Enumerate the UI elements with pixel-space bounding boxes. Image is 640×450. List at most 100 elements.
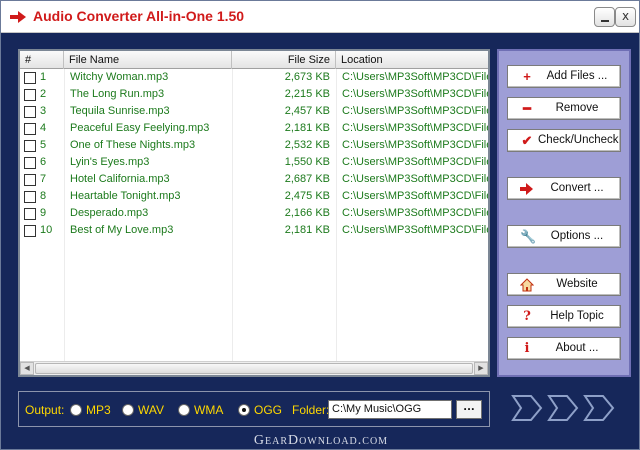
row-file-name: Hotel California.mp3	[70, 173, 170, 185]
row-file-size: 2,687 KB	[284, 173, 330, 185]
options-button[interactable]: 🔧 Options ...	[507, 225, 621, 248]
row-number: 10	[40, 224, 53, 236]
scrollbar-thumb[interactable]	[35, 363, 473, 374]
row-file-name: Witchy Woman.mp3	[70, 71, 169, 83]
row-location: C:\Users\MP3Soft\MP3CD\File	[342, 139, 488, 151]
row-file-size: 2,166 KB	[284, 207, 330, 219]
row-checkbox[interactable]	[24, 72, 36, 84]
table-body: 1 Witchy Woman.mp3 2,673 KB C:\Users\MP3Sof…	[20, 69, 488, 361]
folder-input[interactable]: C:\My Music\OGG	[328, 400, 452, 419]
add-files-button[interactable]: + Add Files ...	[507, 65, 621, 88]
column-header-file-name[interactable]: File Name	[64, 51, 232, 69]
row-number: 4	[40, 122, 47, 134]
row-number: 9	[40, 207, 47, 219]
remove-button[interactable]: ━ Remove	[507, 97, 621, 120]
row-file-name: Tequila Sunrise.mp3	[70, 105, 170, 117]
ddd-logo-icon	[511, 395, 615, 421]
table-row[interactable]: 7 Hotel California.mp3 2,687 KB C:\Users\MP…	[20, 171, 488, 188]
row-number: 1	[40, 71, 47, 83]
red-arrow-icon	[520, 183, 533, 195]
row-checkbox[interactable]	[24, 157, 36, 169]
radio-wma-label[interactable]: WMA	[194, 403, 223, 417]
check-uncheck-button[interactable]: ✔ Check/Uncheck	[507, 129, 621, 152]
website-button[interactable]: Website	[507, 273, 621, 296]
folder-label: Folder:	[292, 403, 330, 417]
row-number: 2	[40, 88, 47, 100]
table-row[interactable]: 5 One of These Nights.mp3 2,532 KB C:\Users…	[20, 137, 488, 154]
plus-icon: +	[523, 69, 531, 84]
question-mark-icon: ?	[523, 309, 531, 324]
minimize-icon	[601, 20, 609, 22]
table-row[interactable]: 4 Peaceful Easy Feelying.mp3 2,181 KB C:\Us…	[20, 120, 488, 137]
home-icon	[520, 278, 534, 292]
row-file-name: Heartable Tonight.mp3	[70, 190, 181, 202]
table-header: # File Name File Size Location	[20, 51, 488, 69]
column-header-file-size[interactable]: File Size	[232, 51, 336, 69]
radio-mp3-label[interactable]: MP3	[86, 403, 111, 417]
row-checkbox[interactable]	[24, 208, 36, 220]
row-number: 5	[40, 139, 47, 151]
row-file-name: Peaceful Easy Feelying.mp3	[70, 122, 210, 134]
table-row[interactable]: 1 Witchy Woman.mp3 2,673 KB C:\Users\MP3Sof…	[20, 69, 488, 86]
row-file-name: Desperado.mp3	[70, 207, 149, 219]
row-file-size: 2,457 KB	[284, 105, 330, 117]
close-icon: x	[621, 9, 630, 23]
row-file-size: 1,550 KB	[284, 156, 330, 168]
row-checkbox[interactable]	[24, 191, 36, 203]
row-file-size: 2,475 KB	[284, 190, 330, 202]
convert-button[interactable]: Convert ...	[507, 177, 621, 200]
row-checkbox[interactable]	[24, 174, 36, 186]
radio-ogg[interactable]	[238, 404, 250, 416]
row-file-size: 2,215 KB	[284, 88, 330, 100]
horizontal-scrollbar[interactable]: ◀ ▶	[20, 361, 488, 375]
minimize-button[interactable]	[594, 7, 615, 27]
title-bar: Audio Converter All-in-One 1.50 x	[1, 1, 639, 33]
file-list[interactable]: # File Name File Size Location 1 Witchy W…	[18, 49, 490, 377]
row-checkbox[interactable]	[24, 225, 36, 237]
row-location: C:\Users\MP3Soft\MP3CD\File	[342, 207, 488, 219]
window-title: Audio Converter All-in-One 1.50	[33, 8, 245, 24]
radio-wav-label[interactable]: WAV	[138, 403, 164, 417]
output-label: Output:	[25, 403, 65, 417]
scroll-left-button[interactable]: ◀	[20, 362, 34, 375]
row-location: C:\Users\MP3Soft\MP3CD\File	[342, 224, 488, 236]
info-icon: i	[524, 341, 530, 356]
row-number: 7	[40, 173, 47, 185]
radio-wav[interactable]	[122, 404, 134, 416]
radio-mp3[interactable]	[70, 404, 82, 416]
row-file-size: 2,673 KB	[284, 71, 330, 83]
browse-folder-button[interactable]: ...	[456, 400, 482, 419]
row-location: C:\Users\MP3Soft\MP3CD\File	[342, 156, 488, 168]
row-checkbox[interactable]	[24, 140, 36, 152]
row-checkbox[interactable]	[24, 106, 36, 118]
table-row[interactable]: 8 Heartable Tonight.mp3 2,475 KB C:\Users\M…	[20, 188, 488, 205]
row-file-size: 2,181 KB	[284, 122, 330, 134]
radio-wma[interactable]	[178, 404, 190, 416]
column-header-number[interactable]: #	[20, 51, 64, 69]
table-row[interactable]: 3 Tequila Sunrise.mp3 2,457 KB C:\Users\MP3…	[20, 103, 488, 120]
table-row[interactable]: 9 Desperado.mp3 2,166 KB C:\Users\MP3Soft\M…	[20, 205, 488, 222]
close-button[interactable]: x	[615, 7, 636, 27]
radio-ogg-label[interactable]: OGG	[254, 403, 282, 417]
app-window: Audio Converter All-in-One 1.50 x # File…	[0, 0, 640, 450]
row-checkbox[interactable]	[24, 89, 36, 101]
row-file-name: Lyin's Eyes.mp3	[70, 156, 150, 168]
row-number: 8	[40, 190, 47, 202]
help-topic-button[interactable]: ? Help Topic	[507, 305, 621, 328]
row-number: 6	[40, 156, 47, 168]
row-file-name: One of These Nights.mp3	[70, 139, 196, 151]
row-file-size: 2,181 KB	[284, 224, 330, 236]
column-header-location[interactable]: Location	[336, 51, 488, 69]
table-row[interactable]: 6 Lyin's Eyes.mp3 1,550 KB C:\Users\MP3Soft…	[20, 154, 488, 171]
row-location: C:\Users\MP3Soft\MP3CD\File	[342, 105, 488, 117]
red-arrow-icon	[10, 11, 26, 23]
about-button[interactable]: i About ...	[507, 337, 621, 360]
scroll-right-button[interactable]: ▶	[474, 362, 488, 375]
row-location: C:\Users\MP3Soft\MP3CD\File	[342, 173, 488, 185]
action-panel: + Add Files ... ━ Remove ✔ Check/Uncheck…	[497, 49, 631, 377]
row-location: C:\Users\MP3Soft\MP3CD\File	[342, 122, 488, 134]
minus-icon: ━	[523, 101, 531, 116]
table-row[interactable]: 10 Best of My Love.mp3 2,181 KB C:\Users\MP…	[20, 222, 488, 239]
table-row[interactable]: 2 The Long Run.mp3 2,215 KB C:\Users\MP3Sof…	[20, 86, 488, 103]
row-checkbox[interactable]	[24, 123, 36, 135]
